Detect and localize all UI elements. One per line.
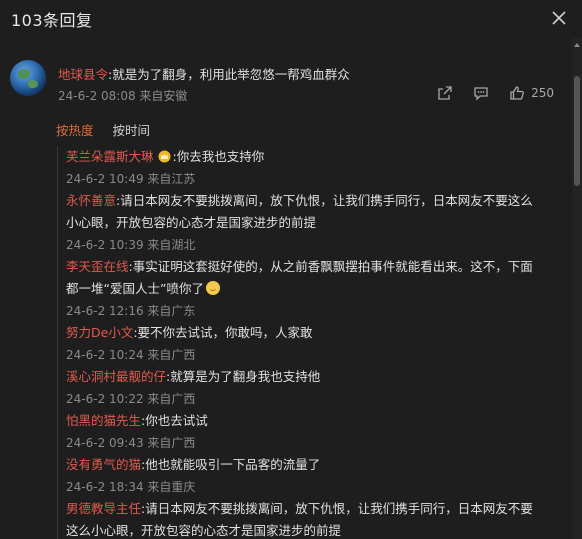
- reply-item: 溪心洞村最靓的仔:就算是为了翻身我也支持他 24-6-2 10:22 来自广西: [58, 366, 570, 410]
- reply-text: :请日本网友不要挑拨离间，放下仇恨，让我们携手同行，日本网友不要这么: [116, 193, 533, 208]
- reply-item: 李天歪在线:事实证明这套挺好使的，从之前香飘飘摆拍事件就能看出来。这不，下面 都…: [58, 256, 570, 322]
- reply-item: 芙兰朵露斯大琳 :你去我也支持你 24-6-2 10:49 来自江苏: [58, 146, 570, 190]
- reply-text-continued: 都一堆“爱国人士”喷你了: [66, 281, 204, 296]
- reply-meta: 24-6-2 10:49 来自江苏: [66, 172, 196, 186]
- reply-meta: 24-6-2 10:24 来自广西: [66, 348, 196, 362]
- share-icon[interactable]: [437, 85, 453, 101]
- comment-line: 地球县令:就是为了翻身，利用此举忽悠一帮鸡血群众: [58, 64, 350, 83]
- tab-sort-hot[interactable]: 按热度: [56, 120, 94, 139]
- reply-meta: 24-6-2 10:22 来自广西: [66, 392, 196, 406]
- reply-username[interactable]: 芙兰朵露斯大琳: [66, 149, 154, 164]
- reply-username[interactable]: 李天歪在线: [66, 259, 129, 274]
- reply-meta: 24-6-2 18:34 来自重庆: [66, 480, 196, 494]
- reply-meta: 24-6-2 09:43 来自广西: [66, 436, 196, 450]
- reply-text: :他也就能吸引一下品客的流量了: [141, 457, 321, 472]
- comment-actions: 250: [437, 85, 554, 101]
- reply-text: :事实证明这套挺好使的，从之前香飘飘摆拍事件就能看出来。这不，下面: [128, 259, 533, 274]
- reply-text-continued: 小心眼，开放包容的心态才是国家进步的前提: [66, 215, 317, 230]
- reply-text: :你也去试试: [141, 413, 208, 428]
- reply-text: :请日本网友不要挑拨离间，放下仇恨，让我们携手同行，日本网友不要: [141, 501, 533, 516]
- dialog-title: 103条回复: [11, 11, 93, 30]
- comment-username[interactable]: 地球县令: [58, 67, 108, 82]
- reply-username[interactable]: 男德教导主任: [66, 501, 141, 516]
- reply-username[interactable]: 永怀善意: [66, 193, 116, 208]
- reply-username[interactable]: 怕黑的猫先生: [66, 413, 141, 428]
- dialog-header: 103条回复: [0, 0, 582, 38]
- comment-icon[interactable]: [473, 85, 489, 101]
- avatar[interactable]: [10, 60, 46, 96]
- like-count: 250: [531, 86, 554, 100]
- reply-meta: 24-6-2 12:16 来自广东: [66, 304, 196, 318]
- reply-username[interactable]: 没有勇气的猫: [66, 457, 141, 472]
- reply-username[interactable]: 溪心洞村最靓的仔: [66, 369, 166, 384]
- close-icon[interactable]: [550, 9, 568, 27]
- scrollbar-thumb[interactable]: [574, 76, 580, 186]
- crown-badge-icon: [158, 148, 171, 163]
- sort-tabs: 按热度 按时间: [56, 120, 150, 139]
- reply-item: 男德教导主任:请日本网友不要挑拨离间，放下仇恨，让我们携手同行，日本网友不要 这…: [58, 498, 570, 539]
- smirk-emoji-icon: [205, 281, 220, 295]
- reply-item: 没有勇气的猫:他也就能吸引一下品客的流量了 24-6-2 18:34 来自重庆: [58, 454, 570, 498]
- comment-meta: 24-6-2 08:08 来自安徽: [58, 89, 188, 103]
- reply-text: :就算是为了翻身我也支持他: [166, 369, 321, 384]
- reply-item: 怕黑的猫先生:你也去试试 24-6-2 09:43 来自广西: [58, 410, 570, 454]
- comment-text: :就是为了翻身，利用此举忽悠一帮鸡血群众: [108, 67, 350, 82]
- reply-username[interactable]: 努力De小文: [66, 325, 133, 340]
- reply-list: 芙兰朵露斯大琳:你去我也支持你 24-6-2 10:49 来自江苏 永怀善意:请…: [57, 146, 570, 539]
- reply-item: 努力De小文:要不你去试试，你敢吗，人家敢 24-6-2 10:24 来自广西: [58, 322, 570, 366]
- reply-meta: 24-6-2 10:39 来自湖北: [66, 238, 196, 252]
- reply-text-continued: 这么小心眼，开放包容的心态才是国家进步的前提: [66, 523, 342, 538]
- scrollbar[interactable]: [572, 38, 582, 539]
- tab-sort-time[interactable]: 按时间: [113, 120, 151, 139]
- like-icon[interactable]: [509, 85, 525, 101]
- reply-text: :要不你去试试，你敢吗，人家敢: [133, 325, 313, 340]
- reply-text: :你去我也支持你: [172, 149, 265, 164]
- scroll-up-icon[interactable]: [574, 42, 580, 48]
- reply-item: 永怀善意:请日本网友不要挑拨离间，放下仇恨，让我们携手同行，日本网友不要这么 小…: [58, 190, 570, 256]
